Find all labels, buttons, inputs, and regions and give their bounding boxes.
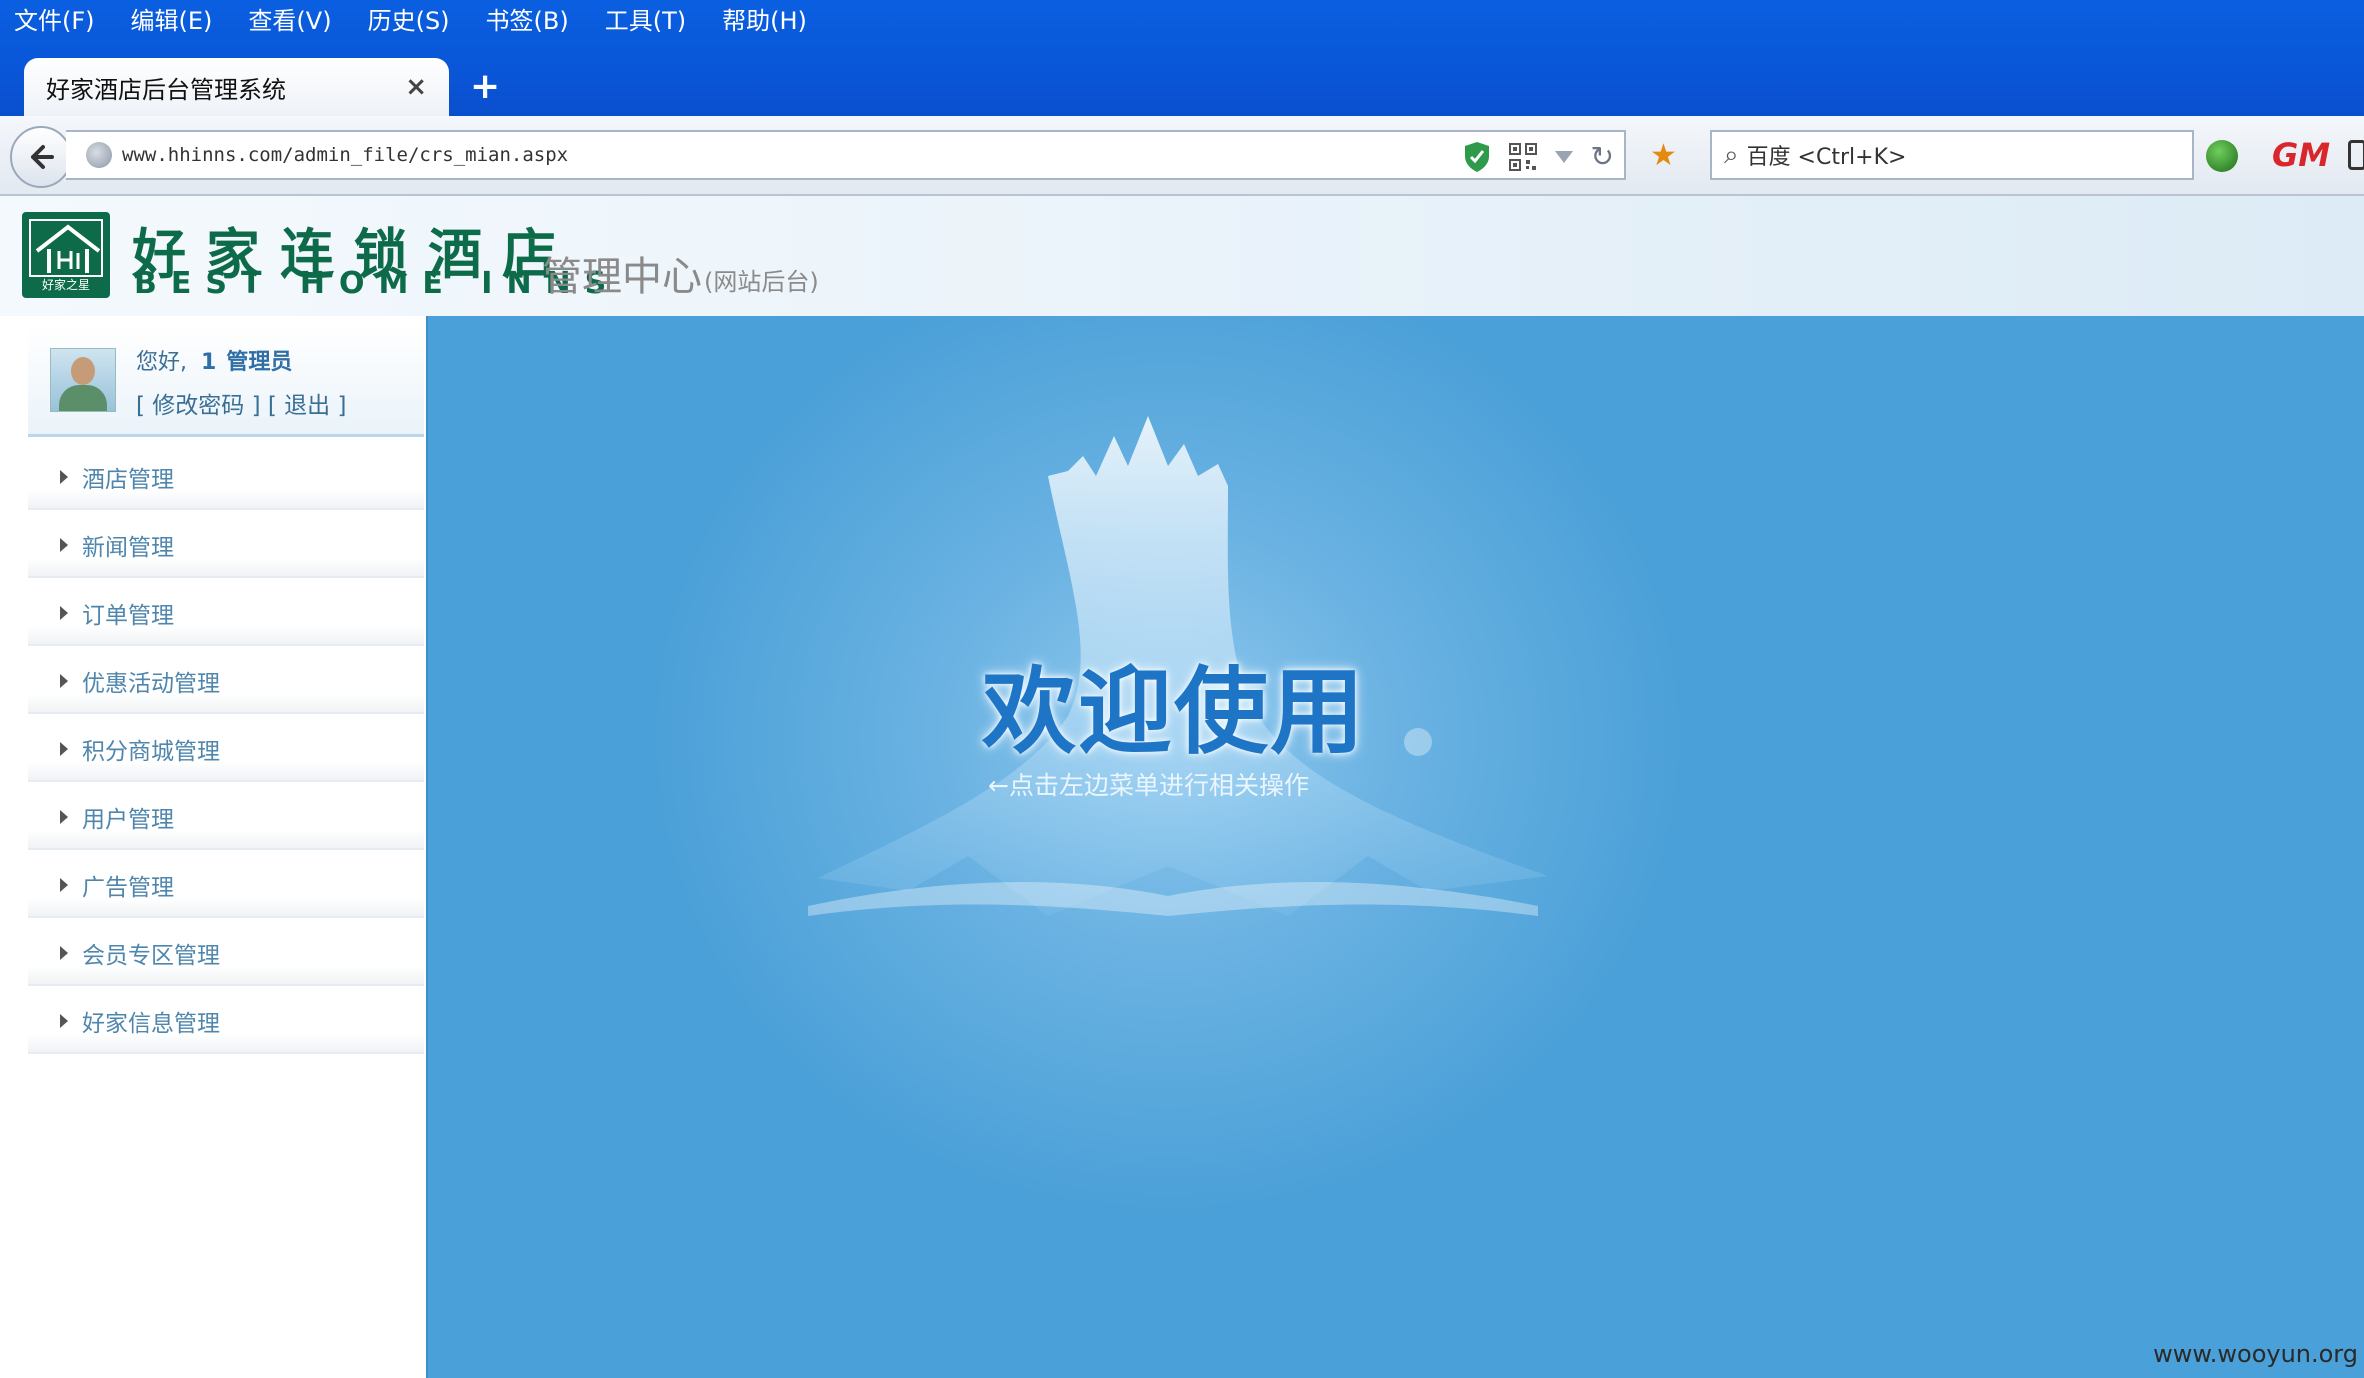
- sidebar-item-orders[interactable]: 订单管理: [28, 578, 424, 646]
- caret-right-icon: [60, 606, 68, 620]
- user-role: 管理员: [226, 350, 293, 375]
- sidebar-item-label: 广告管理: [82, 875, 174, 901]
- sidebar-item-label: 积分商城管理: [82, 739, 220, 765]
- logo-house-icon: [29, 219, 103, 277]
- sidebar-item-label: 会员专区管理: [82, 943, 220, 969]
- caret-right-icon: [60, 538, 68, 552]
- sidebar-menu: 酒店管理 新闻管理 订单管理 优惠活动管理 积分商城管理 用户管理 广告管理 会…: [28, 442, 424, 1054]
- welcome-subtitle: ←点击左边菜单进行相关操作: [988, 771, 1309, 800]
- extension-gm-icon[interactable]: GM: [2272, 136, 2330, 174]
- browser-titlebar: 文件(F) 编辑(E) 查看(V) 历史(S) 书签(B) 工具(T) 帮助(H…: [0, 0, 2364, 116]
- caret-right-icon: [60, 470, 68, 484]
- sidebar-item-hotel[interactable]: 酒店管理: [28, 442, 424, 510]
- admin-subtitle: (网站后台): [704, 268, 819, 296]
- extension-green-icon[interactable]: [2206, 140, 2238, 172]
- user-name: 1: [201, 350, 217, 375]
- new-tab-button[interactable]: +: [470, 66, 500, 107]
- search-placeholder: 百度 <Ctrl+K>: [1746, 145, 1907, 170]
- caret-right-icon: [60, 810, 68, 824]
- sidebar-item-label: 用户管理: [82, 807, 174, 833]
- sidebar-item-users[interactable]: 用户管理: [28, 782, 424, 850]
- shield-icon[interactable]: [1463, 141, 1491, 173]
- welcome-title: 欢迎使用: [982, 658, 1367, 767]
- caret-right-icon: [60, 1014, 68, 1028]
- sidebar-item-label: 优惠活动管理: [82, 671, 220, 697]
- sidebar-item-label: 新闻管理: [82, 535, 174, 561]
- menu-view[interactable]: 查看(V): [248, 1, 331, 36]
- logout-link[interactable]: [ 退出 ]: [268, 393, 347, 419]
- reload-icon[interactable]: ↻: [1591, 140, 1614, 173]
- caret-right-icon: [60, 878, 68, 892]
- caret-right-icon: [60, 742, 68, 756]
- tower-illustration: [808, 416, 1548, 916]
- browser-menubar: 文件(F) 编辑(E) 查看(V) 历史(S) 书签(B) 工具(T) 帮助(H…: [0, 0, 829, 36]
- sidebar-item-info[interactable]: 好家信息管理: [28, 986, 424, 1054]
- caret-right-icon: [60, 674, 68, 688]
- close-icon[interactable]: ×: [405, 72, 427, 102]
- user-links: [ 修改密码 ] [ 退出 ]: [136, 386, 346, 420]
- watermark: www.wooyun.org: [2153, 1340, 2358, 1368]
- menu-file[interactable]: 文件(F): [14, 1, 95, 36]
- logo: 好家之星: [22, 212, 110, 298]
- url-text[interactable]: www.hhinns.com/admin_file/crs_mian.aspx: [122, 144, 568, 166]
- user-greeting: 您好, 1 管理员: [136, 344, 292, 376]
- main-content: 欢迎使用 ←点击左边菜单进行相关操作 www.wooyun.org: [426, 316, 2364, 1378]
- address-bar[interactable]: www.hhinns.com/admin_file/crs_mian.aspx …: [66, 130, 1626, 180]
- browser-navbar: www.hhinns.com/admin_file/crs_mian.aspx …: [0, 116, 2364, 196]
- sidebar-item-label: 订单管理: [82, 603, 174, 629]
- greeting-label: 您好,: [136, 350, 187, 375]
- search-icon: ⌕: [1724, 139, 1739, 170]
- sidebar-item-news[interactable]: 新闻管理: [28, 510, 424, 578]
- tab-title: 好家酒店后台管理系统: [46, 75, 286, 104]
- user-panel: 您好, 1 管理员 [ 修改密码 ] [ 退出 ]: [28, 326, 424, 437]
- sidebar: 您好, 1 管理员 [ 修改密码 ] [ 退出 ] 酒店管理 新闻管理 订单管理 优…: [28, 316, 424, 1378]
- sidebar-item-members[interactable]: 会员专区管理: [28, 918, 424, 986]
- menu-help[interactable]: 帮助(H): [722, 1, 807, 36]
- menu-edit[interactable]: 编辑(E): [131, 1, 213, 36]
- browser-tab[interactable]: 好家酒店后台管理系统 ×: [24, 58, 449, 116]
- logo-text: 好家之星: [41, 278, 90, 292]
- sidebar-item-points-mall[interactable]: 积分商城管理: [28, 714, 424, 782]
- globe-icon: [86, 142, 112, 168]
- site-header: 好家之星 好家连锁酒店 BEST HOME INNS 管理中心 (网站后台): [0, 196, 2364, 316]
- change-password-link[interactable]: [ 修改密码 ]: [136, 393, 261, 419]
- chevron-down-icon[interactable]: [1554, 150, 1573, 163]
- qr-code-icon[interactable]: [1508, 142, 1537, 171]
- menu-tools[interactable]: 工具(T): [605, 1, 686, 36]
- back-button[interactable]: [10, 126, 72, 188]
- extension-box-icon[interactable]: [2348, 140, 2364, 170]
- caret-right-icon: [60, 946, 68, 960]
- admin-title: 管理中心: [542, 254, 702, 300]
- menu-history[interactable]: 历史(S): [368, 1, 450, 36]
- back-arrow-icon: [31, 145, 54, 169]
- sidebar-item-label: 酒店管理: [82, 467, 174, 493]
- sidebar-item-label: 好家信息管理: [82, 1011, 220, 1037]
- extension-fox-icon[interactable]: ★: [1650, 138, 1677, 173]
- sidebar-item-promotions[interactable]: 优惠活动管理: [28, 646, 424, 714]
- search-bar[interactable]: ⌕ 百度 <Ctrl+K>: [1710, 130, 2194, 180]
- menu-bookmarks[interactable]: 书签(B): [486, 1, 569, 36]
- sidebar-item-ads[interactable]: 广告管理: [28, 850, 424, 918]
- avatar: [50, 348, 116, 412]
